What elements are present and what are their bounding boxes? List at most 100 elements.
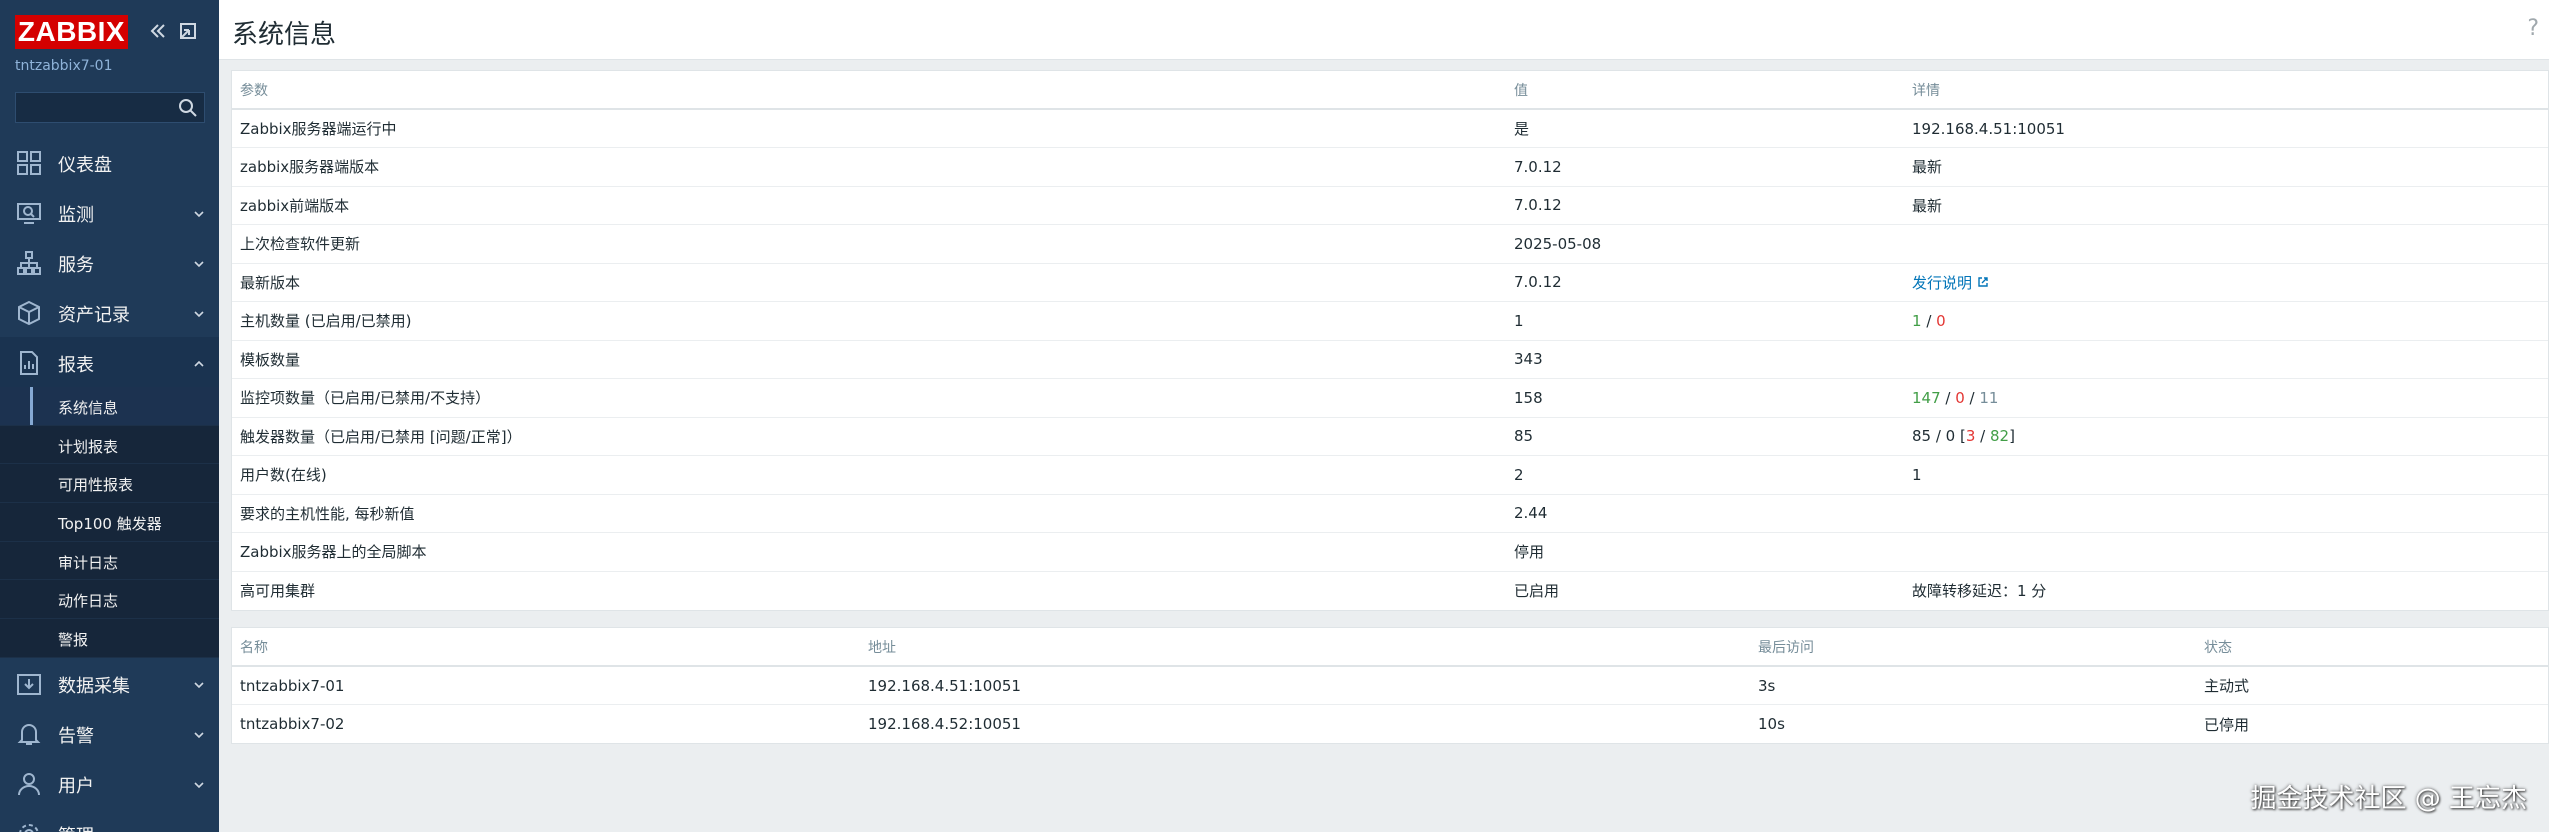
external-link-icon[interactable] <box>1977 274 1989 292</box>
menu-item-inventory[interactable]: 资产记录 <box>0 287 219 337</box>
menu-item-dashboard[interactable]: 仪表盘 <box>0 137 219 187</box>
ha-cluster-panel: 名称 地址 最后访问 状态 tntzabbix7-01 192.168.4.51… <box>231 627 2549 744</box>
menu-label: 管理 <box>58 822 94 832</box>
submenu-item-scheduled-reports[interactable]: 计划报表 <box>0 426 219 465</box>
table-row: 主机数量 (已启用/已禁用) 1 1 / 0 <box>232 301 2548 341</box>
data-collection-icon <box>16 671 42 697</box>
node-last-access-cell: 3s <box>1750 666 2196 705</box>
watermark-text: 掘金技术社区 @ 王忘杰 <box>2250 784 2527 814</box>
submenu-label: 计划报表 <box>58 437 119 456</box>
table-row: 高可用集群 已启用 故障转移延迟：1 分 <box>232 571 2548 610</box>
zabbix-logo[interactable]: ZABBIX <box>15 15 128 49</box>
chevron-down-icon <box>193 305 205 318</box>
value-cell: 7.0.12 <box>1506 147 1904 187</box>
menu-label: 资产记录 <box>58 305 130 326</box>
menu-label: 报表 <box>58 355 94 376</box>
menu-item-monitoring[interactable]: 监测 <box>0 187 219 237</box>
table-row: 用户数(在线) 2 1 <box>232 455 2548 495</box>
node-address-cell: 192.168.4.52:10051 <box>868 715 1021 733</box>
system-info-panel: 参数 值 详情 Zabbix服务器端运行中 是 192.168.4.51:100… <box>231 70 2549 611</box>
submenu-label: 警报 <box>58 631 89 650</box>
param-cell: 最新版本 <box>232 263 1506 302</box>
bracket-close: ] <box>2009 427 2015 446</box>
table-row: 监控项数量（已启用/已禁用/不支持） 158 147 / 0 / 11 <box>232 378 2548 418</box>
main-menu: 仪表盘 监测 服务 资产记录 报表 系统信息 计划报表 可用性报表 Top100… <box>0 137 219 832</box>
help-icon[interactable]: ? <box>2527 16 2539 41</box>
submenu-label: Top100 触发器 <box>58 515 162 534</box>
collapse-sidebar-icon[interactable] <box>147 20 169 42</box>
value-cell: 7.0.12 <box>1506 186 1904 225</box>
value-cell: 85 <box>1506 417 1904 456</box>
search-icon[interactable] <box>177 97 199 119</box>
table-row: 要求的主机性能, 每秒新值 2.44 <box>232 494 2548 533</box>
submenu-item-notifications[interactable]: 警报 <box>0 619 219 658</box>
column-header-value: 值 <box>1506 71 1904 110</box>
table-row: tntzabbix7-01 192.168.4.51:10051 3s 主动式 <box>232 666 2548 705</box>
system-info-table: 参数 值 详情 Zabbix服务器端运行中 是 192.168.4.51:100… <box>232 71 2548 610</box>
param-cell: 模板数量 <box>232 340 1506 379</box>
column-header-parameter: 参数 <box>232 71 1506 110</box>
chevron-down-icon <box>193 255 205 268</box>
alerts-icon <box>16 721 42 747</box>
ha-nodes-table: 名称 地址 最后访问 状态 tntzabbix7-01 192.168.4.51… <box>232 628 2548 743</box>
details-cell: 1 <box>1904 455 2548 495</box>
table-header-row: 名称 地址 最后访问 状态 <box>232 628 2548 667</box>
param-cell: 用户数(在线) <box>232 455 1506 495</box>
column-header-address: 地址 <box>860 628 1750 667</box>
menu-item-data-collection[interactable]: 数据采集 <box>0 658 219 708</box>
chevron-down-icon <box>193 776 205 788</box>
table-row: Zabbix服务器端运行中 是 192.168.4.51:10051 <box>232 109 2548 148</box>
reports-icon <box>16 350 42 376</box>
menu-item-services[interactable]: 服务 <box>0 237 219 287</box>
value-cell: 7.0.12 <box>1506 263 1904 302</box>
details-cell <box>1904 340 2548 379</box>
submenu-item-action-log[interactable]: 动作日志 <box>0 580 219 620</box>
inventory-icon <box>16 300 42 326</box>
menu-label: 仪表盘 <box>58 155 112 176</box>
value-cell: 343 <box>1506 340 1904 379</box>
menu-item-reports[interactable]: 报表 <box>0 337 219 387</box>
param-cell: 触发器数量（已启用/已禁用 [问题/正常]） <box>232 417 1506 456</box>
node-last-access-cell: 10s <box>1758 715 1785 733</box>
submenu-item-system-information[interactable]: 系统信息 <box>0 387 219 426</box>
table-row: 最新版本 7.0.12 发行说明 <box>232 263 2548 302</box>
submenu-item-audit-log[interactable]: 审计日志 <box>0 542 219 581</box>
disabled-count: 0 <box>1936 311 1946 330</box>
param-cell: 监控项数量（已启用/已禁用/不支持） <box>232 378 1506 418</box>
column-header-last-access: 最后访问 <box>1750 628 2196 667</box>
table-row: 模板数量 343 <box>232 340 2548 379</box>
details-cell: 85 / 0 [3 / 82] <box>1904 417 2548 456</box>
menu-item-administration[interactable]: 管理 <box>0 808 219 832</box>
details-cell: 故障转移延迟：1 分 <box>1912 582 2047 600</box>
administration-icon <box>16 821 42 832</box>
menu-item-alerts[interactable]: 告警 <box>0 708 219 758</box>
param-cell: zabbix前端版本 <box>232 186 1506 225</box>
unsupported-count: 11 <box>1979 388 1999 407</box>
table-row: 触发器数量（已启用/已禁用 [问题/正常]） 85 85 / 0 [3 / 82… <box>232 417 2548 456</box>
menu-label: 用户 <box>58 775 94 797</box>
search-input[interactable] <box>16 93 171 122</box>
menu-item-users[interactable]: 用户 <box>0 758 219 808</box>
param-cell: Zabbix服务器端运行中 <box>232 109 1506 148</box>
chevron-up-icon <box>193 355 205 367</box>
node-address-cell: 192.168.4.51:10051 <box>860 666 1750 705</box>
table-row: zabbix前端版本 7.0.12 最新 <box>232 186 2548 225</box>
submenu-item-top100-triggers[interactable]: Top100 触发器 <box>0 503 219 542</box>
chevron-down-icon <box>193 205 205 218</box>
submenu-label: 系统信息 <box>58 399 119 417</box>
column-header-name: 名称 <box>232 628 860 667</box>
node-status-cell: 已停用 <box>2204 715 2250 734</box>
submenu-label: 可用性报表 <box>58 476 134 495</box>
enabled-count: 1 <box>1912 311 1922 330</box>
kiosk-mode-icon[interactable] <box>177 20 199 42</box>
submenu-item-availability-report[interactable]: 可用性报表 <box>0 464 219 504</box>
release-notes-link[interactable]: 发行说明 <box>1912 274 1972 292</box>
menu-label: 监测 <box>58 205 94 226</box>
submenu-label: 动作日志 <box>58 592 119 611</box>
details-cell <box>1904 224 2548 264</box>
details-cell: 192.168.4.51:10051 <box>1904 109 2548 148</box>
menu-label: 告警 <box>58 725 94 747</box>
sidebar-search <box>15 92 205 123</box>
value-cell: 是 <box>1506 109 1904 148</box>
value-cell: 2025-05-08 <box>1506 224 1904 264</box>
